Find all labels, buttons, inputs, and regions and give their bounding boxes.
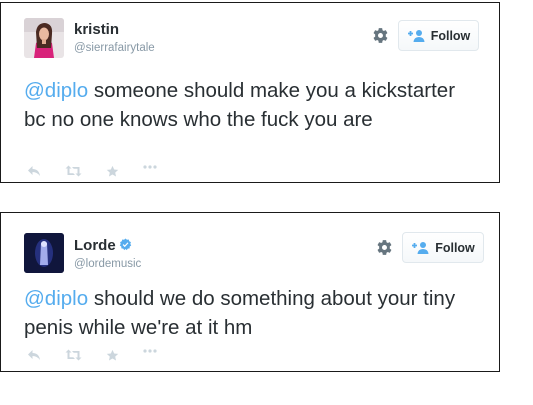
screenshot-canvas: kristin @sierrafairytale Follow @diplo s… [0,0,533,405]
tweet-text: @diplo should we do something about your… [24,284,459,342]
reply-icon[interactable] [27,165,41,179]
mention-link[interactable]: @diplo [24,79,88,102]
display-name[interactable]: kristin [74,21,119,38]
favorite-star-icon[interactable] [106,349,119,363]
avatar[interactable] [24,18,64,58]
mention-link[interactable]: @diplo [24,287,88,310]
retweet-icon[interactable] [65,165,82,179]
display-name[interactable]: Lorde [74,237,132,254]
reply-icon[interactable] [27,349,41,363]
gear-icon[interactable] [372,27,389,44]
more-dots-icon[interactable] [143,165,157,179]
follow-person-plus-icon [407,29,425,42]
tweet-text-body: should we do something about your tiny p… [24,287,456,339]
tweet-card-lorde: Lorde @lordemusic Follow @diplo should w… [0,212,500,372]
follow-person-plus-icon [411,241,429,254]
tweet-card-kristin: kristin @sierrafairytale Follow @diplo s… [0,2,500,183]
display-name-text: kristin [74,21,120,38]
follow-button-label: Follow [430,28,471,43]
screen-name[interactable]: @sierrafairytale [74,42,155,54]
more-dots-icon[interactable] [143,349,157,363]
display-name-text: Lorde [74,237,116,254]
screen-name[interactable]: @lordemusic [74,258,141,270]
verified-badge-icon [119,238,132,251]
tweet-actions [27,165,181,179]
follow-button[interactable]: Follow [398,20,479,51]
tweet-text-body: someone should make you a kickstarter bc… [24,79,456,131]
follow-button[interactable]: Follow [402,232,484,263]
avatar[interactable] [24,233,64,273]
retweet-icon[interactable] [65,349,82,363]
tweet-actions [27,349,181,363]
tweet-text: @diplo someone should make you a kicksta… [24,76,459,134]
gear-icon[interactable] [376,239,393,256]
favorite-star-icon[interactable] [106,165,119,179]
follow-button-label: Follow [435,240,475,255]
